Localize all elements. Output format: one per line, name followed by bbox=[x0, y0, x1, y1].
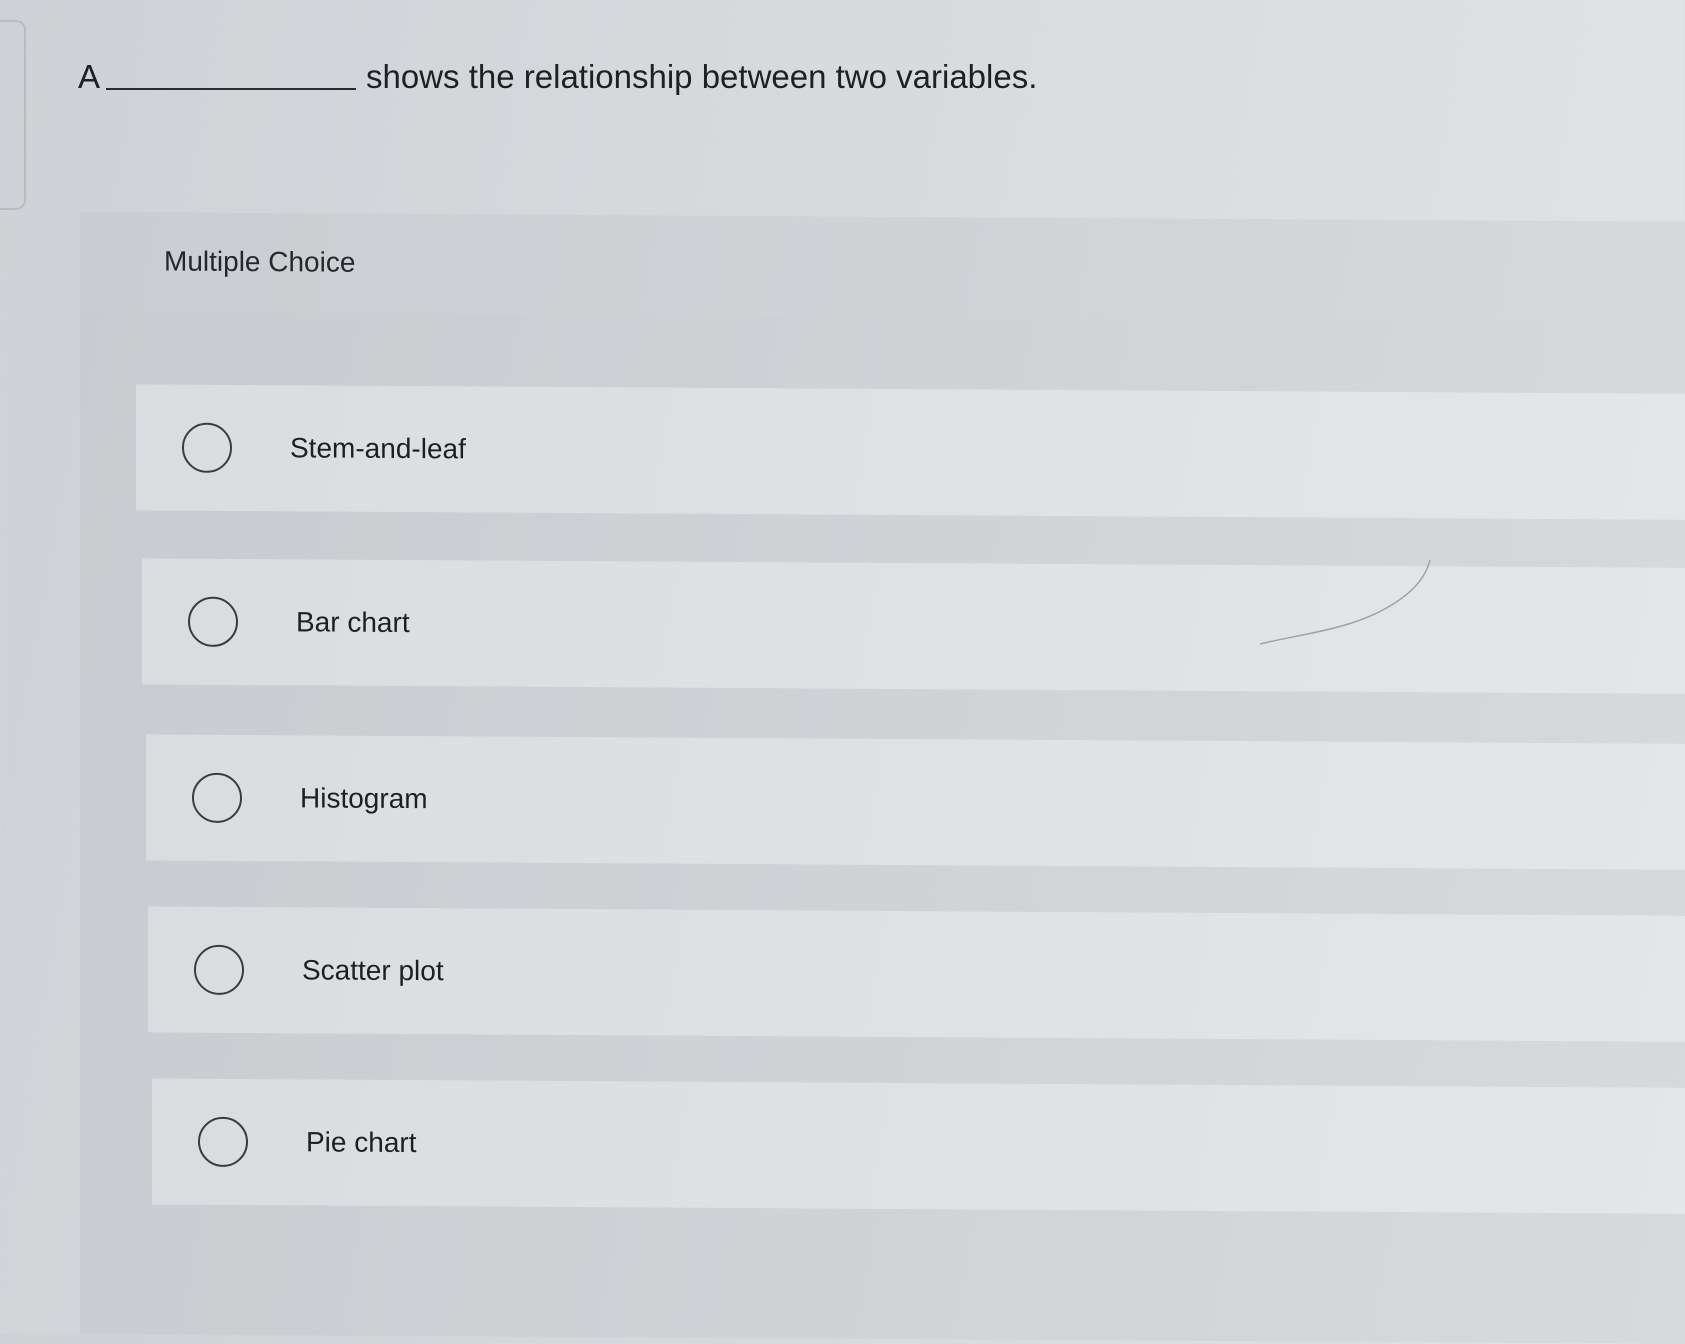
window-edge bbox=[0, 20, 26, 210]
radio-button[interactable] bbox=[188, 596, 238, 647]
option-label: Stem-and-leaf bbox=[290, 432, 466, 465]
multiple-choice-panel: Multiple Choice Stem-and-leaf Bar chart … bbox=[80, 212, 1685, 1344]
question-prefix: A bbox=[78, 58, 101, 95]
option-histogram[interactable]: Histogram bbox=[146, 734, 1685, 871]
radio-button[interactable] bbox=[198, 1116, 248, 1168]
option-pie-chart[interactable]: Pie chart bbox=[152, 1078, 1685, 1215]
radio-button[interactable] bbox=[192, 772, 242, 823]
option-scatter-plot[interactable]: Scatter plot bbox=[148, 906, 1685, 1043]
option-bar-chart[interactable]: Bar chart bbox=[142, 558, 1685, 695]
option-stem-and-leaf[interactable]: Stem-and-leaf bbox=[136, 384, 1685, 521]
option-label: Bar chart bbox=[296, 606, 410, 639]
question-text: A shows the relationship between two var… bbox=[78, 58, 1037, 96]
radio-button[interactable] bbox=[182, 422, 232, 473]
screen-scratch bbox=[1260, 560, 1431, 645]
question-suffix: shows the relationship between two varia… bbox=[366, 58, 1038, 95]
answer-blank bbox=[106, 88, 357, 90]
option-label: Histogram bbox=[300, 782, 428, 815]
multiple-choice-header: Multiple Choice bbox=[80, 212, 1685, 322]
option-label: Pie chart bbox=[306, 1126, 417, 1159]
radio-button[interactable] bbox=[194, 944, 244, 996]
option-label: Scatter plot bbox=[302, 954, 444, 987]
multiple-choice-title: Multiple Choice bbox=[164, 245, 356, 278]
